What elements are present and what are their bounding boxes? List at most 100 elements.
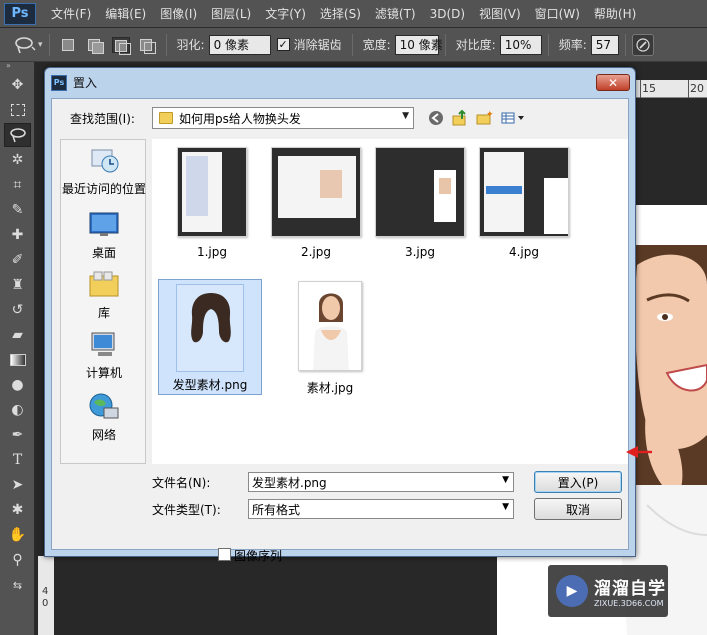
new-selection-button[interactable]: [60, 37, 78, 53]
separator: [351, 33, 353, 56]
filetype-dropdown[interactable]: 所有格式 ▼: [248, 499, 514, 519]
svg-text:✦: ✦: [486, 110, 493, 120]
feather-input[interactable]: 0 像素: [208, 34, 271, 55]
place-button[interactable]: 置入(P): [534, 471, 622, 493]
menu-window[interactable]: 窗口(W): [528, 5, 587, 22]
file-item[interactable]: 素材.jpg: [278, 281, 382, 396]
new-folder-button[interactable]: ✦: [474, 108, 494, 128]
file-thumbnail: [271, 147, 361, 237]
separator: [444, 33, 446, 56]
eraser-tool-icon[interactable]: ▰: [4, 323, 31, 347]
menu-view[interactable]: 视图(V): [472, 5, 528, 22]
look-in-dropdown[interactable]: 如何用ps给人物换头发 ▼: [152, 107, 414, 129]
filename-label: 文件名(N):: [152, 476, 211, 490]
antialias-label: 消除锯齿: [293, 38, 342, 52]
move-tool-icon[interactable]: ✥: [4, 73, 31, 97]
filename-input[interactable]: 发型素材.png ▼: [248, 472, 514, 492]
hand-tool-icon[interactable]: ✋: [4, 523, 31, 547]
file-thumbnail: [375, 147, 465, 237]
menu-filter[interactable]: 滤镜(T): [368, 5, 423, 22]
add-to-selection-button[interactable]: [86, 37, 104, 54]
file-item[interactable]: 3.jpg: [368, 147, 472, 259]
place-libraries[interactable]: 库: [61, 270, 147, 321]
intersect-selection-button[interactable]: [138, 37, 156, 54]
separator: [624, 33, 626, 56]
zoom-tool-icon[interactable]: ⚲: [4, 548, 31, 572]
desktop-icon: [89, 212, 119, 236]
history-brush-tool-icon[interactable]: ↺: [4, 298, 31, 322]
separator: [48, 33, 50, 56]
place-desktop[interactable]: 桌面: [61, 210, 147, 261]
contrast-input[interactable]: 10%: [499, 34, 542, 55]
file-item[interactable]: 1.jpg: [160, 147, 264, 259]
filetype-label: 文件类型(T):: [152, 503, 221, 517]
width-input[interactable]: 10 像素: [394, 34, 443, 55]
view-menu-icon: [501, 112, 524, 124]
watermark-name: 溜溜自学: [594, 579, 666, 599]
lasso-tool-icon[interactable]: [4, 123, 31, 147]
clone-stamp-tool-icon[interactable]: ♜: [4, 273, 31, 297]
menu-bar: Ps 文件(F) 编辑(E) 图像(I) 图层(L) 文字(Y) 选择(S) 滤…: [0, 0, 707, 28]
healing-brush-tool-icon[interactable]: ✚: [4, 223, 31, 247]
dialog-body: 查找范围(I): 如何用ps给人物换头发 ▼ ✦ 最近访问的位置 桌面 库 计算…: [51, 98, 629, 563]
eyedropper-tool-icon[interactable]: ✎: [4, 198, 31, 222]
swap-colors-icon[interactable]: ⇆: [4, 573, 31, 597]
dialog-titlebar[interactable]: Ps 置入: [51, 74, 97, 91]
photoshop-logo-icon: Ps: [4, 2, 36, 25]
pen-pressure-button[interactable]: [631, 33, 654, 56]
tools-panel: » ✥ ✲ ⌗ ✎ ✚ ✐ ♜ ↺ ▰ ● ◐ ✒ T ➤ ✱ ✋ ⚲ ⇆: [0, 62, 35, 635]
cancel-button[interactable]: 取消: [534, 498, 622, 520]
menu-help[interactable]: 帮助(H): [587, 5, 643, 22]
file-item[interactable]: 2.jpg: [264, 147, 368, 259]
marquee-tool-icon[interactable]: [4, 98, 31, 122]
shape-tool-icon[interactable]: ✱: [4, 498, 31, 522]
tool-preset-dropdown-icon[interactable]: ▾: [38, 40, 43, 50]
place-network[interactable]: 网络: [61, 392, 147, 443]
pen-tool-icon[interactable]: ✒: [4, 423, 31, 447]
place-label: 最近访问的位置: [61, 182, 146, 196]
place-computer[interactable]: 计算机: [61, 330, 147, 381]
dialog-title: 置入: [73, 76, 98, 90]
back-button[interactable]: [426, 108, 446, 128]
place-recent[interactable]: 最近访问的位置: [61, 146, 147, 197]
type-tool-icon[interactable]: T: [4, 448, 31, 472]
portrait-thumbnail-image: [313, 293, 349, 370]
frequency-input[interactable]: 57: [590, 34, 619, 55]
play-logo-icon: ▶: [556, 575, 588, 607]
blur-tool-icon[interactable]: ●: [4, 373, 31, 397]
brush-tool-icon[interactable]: ✐: [4, 248, 31, 272]
recent-places-icon: [91, 149, 119, 173]
dodge-tool-icon[interactable]: ◐: [4, 398, 31, 422]
crop-tool-icon[interactable]: ⌗: [4, 173, 31, 197]
close-button[interactable]: ✕: [596, 74, 630, 91]
menu-3d[interactable]: 3D(D): [423, 7, 472, 21]
menu-layer[interactable]: 图层(L): [204, 5, 258, 22]
menu-file[interactable]: 文件(F): [44, 5, 98, 22]
file-list: 1.jpg 2.jpg 3.jpg 4.jpg 发型素材.png 素材.jpg: [152, 139, 628, 464]
place-label: 计算机: [85, 366, 122, 380]
file-name: 3.jpg: [404, 245, 436, 259]
chevron-down-icon: ▼: [402, 111, 409, 121]
up-folder-button[interactable]: [450, 108, 470, 128]
file-item[interactable]: 4.jpg: [472, 147, 576, 259]
menu-image[interactable]: 图像(I): [153, 5, 204, 22]
menu-type[interactable]: 文字(Y): [258, 5, 313, 22]
subtract-from-selection-button[interactable]: [111, 36, 131, 55]
view-menu-button[interactable]: [500, 108, 528, 128]
magnetic-lasso-icon[interactable]: [12, 35, 38, 55]
menu-edit[interactable]: 编辑(E): [98, 5, 153, 22]
place-dialog: Ps 置入 ✕ 查找范围(I): 如何用ps给人物换头发 ▼ ✦ 最近访问的位置: [44, 67, 636, 563]
file-item-selected[interactable]: 发型素材.png: [158, 279, 262, 395]
gradient-tool-icon[interactable]: [4, 348, 31, 372]
filetype-value: 所有格式: [252, 502, 301, 517]
menu-select[interactable]: 选择(S): [313, 5, 368, 22]
collapse-panel-icon[interactable]: »: [0, 62, 34, 72]
image-sequence-label: 图像序列: [234, 549, 283, 563]
antialias-checkbox[interactable]: ✓: [276, 38, 290, 51]
width-label: 宽度:: [362, 38, 391, 52]
file-name: 4.jpg: [508, 245, 540, 259]
magic-wand-tool-icon[interactable]: ✲: [4, 148, 31, 172]
path-selection-tool-icon[interactable]: ➤: [4, 473, 31, 497]
place-label: 桌面: [91, 246, 116, 260]
image-sequence-checkbox[interactable]: [218, 548, 231, 561]
